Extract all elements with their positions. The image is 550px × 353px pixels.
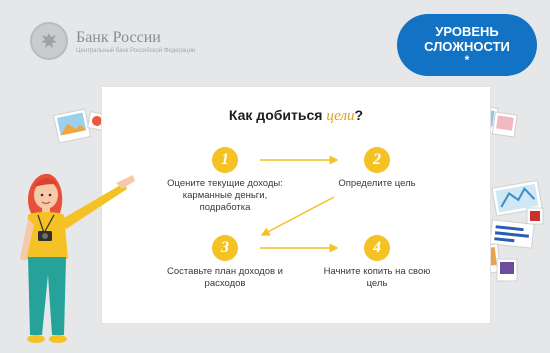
step-text-2: Определите цель [338,178,416,189]
photo-stack-icon [496,258,518,282]
step-3: 3 Составьте план доходов и расходов [160,235,290,290]
bank-name: Банк России [76,28,161,46]
badge-line-1: УРОВЕНЬ [435,24,499,39]
step-text-3: Составьте план доходов и расходов [167,266,283,289]
bank-logo: Банк России Центральный банк Российской … [30,22,195,60]
difficulty-badge: УРОВЕНЬ СЛОЖНОСТИ * [397,14,537,76]
slide: Банк России Центральный банк Российской … [0,0,550,353]
girl-pointing-illustration [20,173,135,343]
step-1: 1 Оцените текущие доходы: карманные день… [160,147,290,214]
step-number-3: 3 [212,235,238,261]
step-number-4: 4 [364,235,390,261]
step-2: 2 Определите цель [312,147,442,190]
step-text-1: Оцените текущие доходы: карманные деньги… [167,178,283,213]
step-text-4: Начните копить на свою цель [323,266,431,289]
badge-line-2: СЛОЖНОСТИ [424,39,510,54]
step-4: 4 Начните копить на свою цель [312,235,442,290]
difficulty-star-icon: * [464,53,470,67]
bank-subtitle: Центральный банк Российской Федерации [76,47,196,54]
step-number-2: 2 [364,147,390,173]
eagle-emblem-icon [30,22,68,60]
step-number-1: 1 [212,147,238,173]
goal-steps-board: Как добиться цели? 1 Оцените текущие дох… [102,87,490,323]
